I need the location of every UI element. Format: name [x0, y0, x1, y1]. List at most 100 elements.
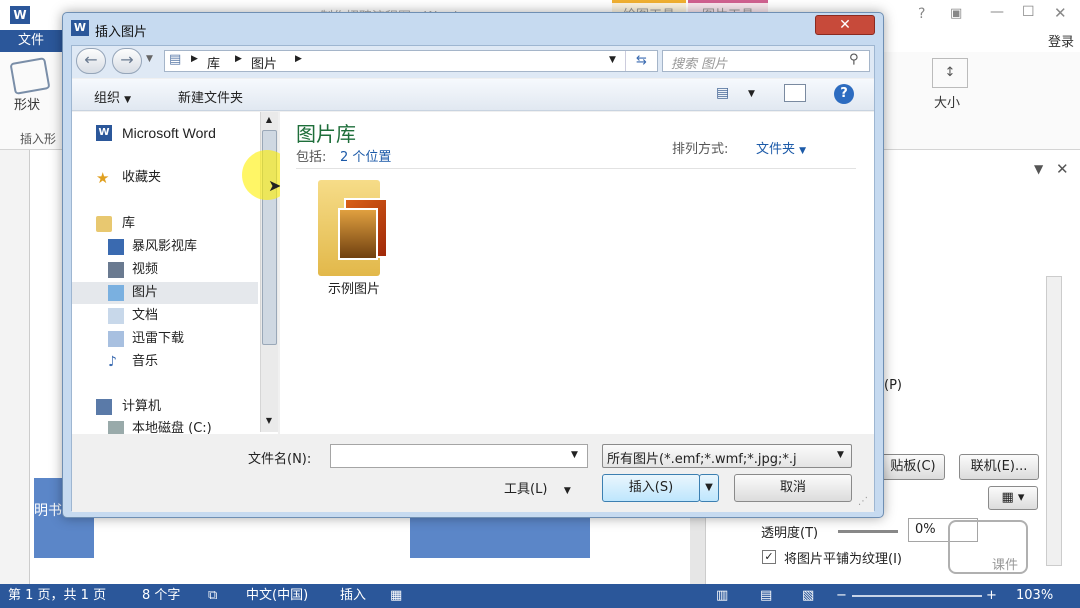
filename-dropdown-icon[interactable]: ▼ — [571, 450, 578, 460]
nav-lib-xunlei[interactable]: 迅雷下载 — [72, 328, 258, 350]
status-page[interactable]: 第 1 页，共 1 页 — [8, 584, 106, 608]
arrange-dropdown[interactable]: 文件夹 ▼ — [756, 138, 806, 157]
zoom-level[interactable]: 103% — [1016, 584, 1053, 608]
view-options-icon[interactable]: ▤ — [716, 85, 729, 101]
nav-favorites-label: 收藏夹 — [122, 170, 162, 185]
cancel-button[interactable]: 取消 — [734, 474, 852, 502]
pane-menu-icon[interactable]: ▼ — [1034, 162, 1043, 176]
dialog-title: 插入图片 — [95, 25, 148, 40]
macro-icon[interactable]: ▦ — [390, 584, 402, 608]
ribbon-display-icon[interactable]: ▣ — [950, 6, 962, 21]
dialog-close-button[interactable]: ✕ — [815, 15, 875, 35]
pictures-icon — [108, 285, 124, 301]
size-icon[interactable]: ↕ — [932, 58, 968, 88]
online-button[interactable]: 联机(E)... — [959, 454, 1039, 480]
tile-checkbox[interactable]: ✓ — [762, 550, 776, 564]
nav-lib-label: 图片 — [132, 285, 159, 300]
minimize-icon[interactable]: — — [990, 4, 1004, 20]
help-icon[interactable]: ? — [918, 6, 925, 22]
history-dropdown-icon[interactable]: ▼ — [146, 54, 153, 64]
nav-lib-documents[interactable]: 文档 — [72, 305, 258, 327]
search-icon[interactable]: ⚲ — [849, 52, 859, 67]
insert-shapes-group-label: 插入形 — [20, 132, 57, 146]
zoom-slider[interactable] — [852, 595, 982, 597]
folder-sample-pictures[interactable]: 示例图片 — [310, 178, 420, 298]
nav-lib-videos[interactable]: 视频 — [72, 259, 258, 281]
music-icon: ♪ — [108, 354, 117, 370]
filetype-dropdown-icon: ▼ — [837, 450, 844, 460]
cancel-button-label: 取消 — [779, 480, 806, 495]
help-icon[interactable]: ? — [834, 84, 854, 104]
filetype-value: 所有图片(*.emf;*.wmf;*.jpg;*.j — [607, 452, 797, 467]
pane-picture-file-label: (P) — [884, 378, 902, 393]
new-folder-button[interactable]: 新建文件夹 — [178, 87, 243, 106]
nav-drive-c[interactable]: 本地磁盘 (C:) — [72, 418, 258, 434]
view-dropdown-icon[interactable]: ▼ — [748, 89, 755, 99]
filetype-select[interactable]: 所有图片(*.emf;*.wmf;*.jpg;*.j ▼ — [602, 444, 852, 468]
texture-dropdown[interactable]: ▦ ▾ — [988, 486, 1038, 510]
resize-grip-icon[interactable]: ⋰ — [858, 496, 868, 507]
arrange-value: 文件夹 — [756, 142, 796, 157]
tools-menu[interactable]: 工具(L) ▼ — [504, 478, 571, 497]
nav-microsoft-word[interactable]: W Microsoft Word — [72, 122, 258, 144]
zoom-out-icon[interactable]: − — [836, 584, 847, 608]
read-mode-icon[interactable]: ▥ — [716, 584, 728, 608]
breadcrumb-pictures[interactable]: 图片 — [251, 53, 277, 72]
organize-button[interactable]: 组织 ▼ — [94, 87, 131, 106]
watermark-text: 课件 — [991, 558, 1018, 573]
address-dropdown-icon[interactable]: ▼ — [609, 55, 616, 65]
forward-button[interactable]: → — [112, 48, 142, 74]
file-tab[interactable]: 文件 — [0, 30, 62, 52]
back-button[interactable]: ← — [76, 48, 106, 74]
status-mode[interactable]: 插入 — [340, 584, 366, 608]
nav-lib-pictures[interactable]: 图片 — [72, 282, 258, 304]
nav-lib-label: 暴风影视库 — [132, 239, 198, 254]
nav-libraries-label: 库 — [122, 216, 136, 231]
clipboard-button[interactable]: 贴板(C) — [881, 454, 945, 480]
status-language[interactable]: 中文(中国) — [246, 584, 308, 608]
insert-button[interactable]: 插入(S) — [602, 474, 700, 502]
shapes-label[interactable]: 形状 — [14, 94, 40, 113]
video-library-icon — [108, 239, 124, 255]
proofing-icon[interactable]: ⧉ — [208, 584, 217, 608]
word-dialog-icon: W — [71, 20, 89, 36]
status-words[interactable]: 8 个字 — [142, 584, 180, 608]
word-icon: W — [96, 125, 112, 141]
pane-scrollbar[interactable] — [1046, 276, 1062, 566]
refresh-icon[interactable]: ⇆ — [625, 51, 657, 71]
nav-libraries[interactable]: 库 — [72, 213, 258, 235]
insert-button-label: 插入(S) — [628, 480, 674, 495]
library-icon: ▤ — [169, 52, 182, 67]
zoom-in-icon[interactable]: + — [986, 584, 997, 608]
pane-close-icon[interactable]: ✕ — [1056, 160, 1069, 178]
dialog-footer: 文件名(N): ▼ 所有图片(*.emf;*.wmf;*.jpg;*.j ▼ 工… — [72, 434, 874, 512]
shapes-icon[interactable] — [9, 57, 51, 95]
download-icon — [108, 331, 124, 347]
search-input[interactable]: 搜索 图片 ⚲ — [662, 50, 870, 72]
preview-pane-icon[interactable] — [784, 84, 806, 102]
transparency-slider[interactable] — [838, 530, 898, 533]
nav-lib-music[interactable]: ♪ 音乐 — [72, 351, 258, 373]
folder-icon — [96, 216, 112, 232]
close-icon[interactable]: ✕ — [1054, 4, 1067, 22]
tile-checkbox-label: 将图片平铺为纹理(I) — [784, 552, 902, 567]
arrange-label: 排列方式: — [672, 142, 729, 157]
breadcrumb-library[interactable]: 库 — [207, 53, 220, 72]
insert-split-dropdown[interactable]: ▼ — [699, 474, 719, 502]
web-layout-icon[interactable]: ▧ — [802, 584, 814, 608]
print-layout-icon[interactable]: ▤ — [760, 584, 772, 608]
scroll-down-icon[interactable]: ▼ — [262, 414, 276, 428]
size-label[interactable]: 大小 — [934, 92, 960, 111]
filename-input[interactable]: ▼ — [330, 444, 588, 468]
login-link[interactable]: 登录 — [1048, 31, 1074, 50]
content-divider — [296, 168, 856, 169]
address-bar[interactable]: ▤ ▶ 库 ▶ 图片 ▶ ▼ ⇆ — [164, 50, 658, 72]
includes-link[interactable]: 2 个位置 — [340, 146, 391, 165]
nav-favorites[interactable]: ★ 收藏夹 — [72, 167, 258, 189]
maximize-icon[interactable]: ☐ — [1022, 4, 1035, 20]
scroll-up-icon[interactable]: ▲ — [262, 113, 276, 127]
status-bar: 第 1 页，共 1 页 8 个字 ⧉ 中文(中国) 插入 ▦ ▥ ▤ ▧ − +… — [0, 584, 1080, 608]
dialog-titlebar[interactable]: W 插入图片 ✕ — [63, 13, 883, 45]
nav-computer[interactable]: 计算机 — [72, 396, 258, 418]
nav-lib-baofeng[interactable]: 暴风影视库 — [72, 236, 258, 258]
